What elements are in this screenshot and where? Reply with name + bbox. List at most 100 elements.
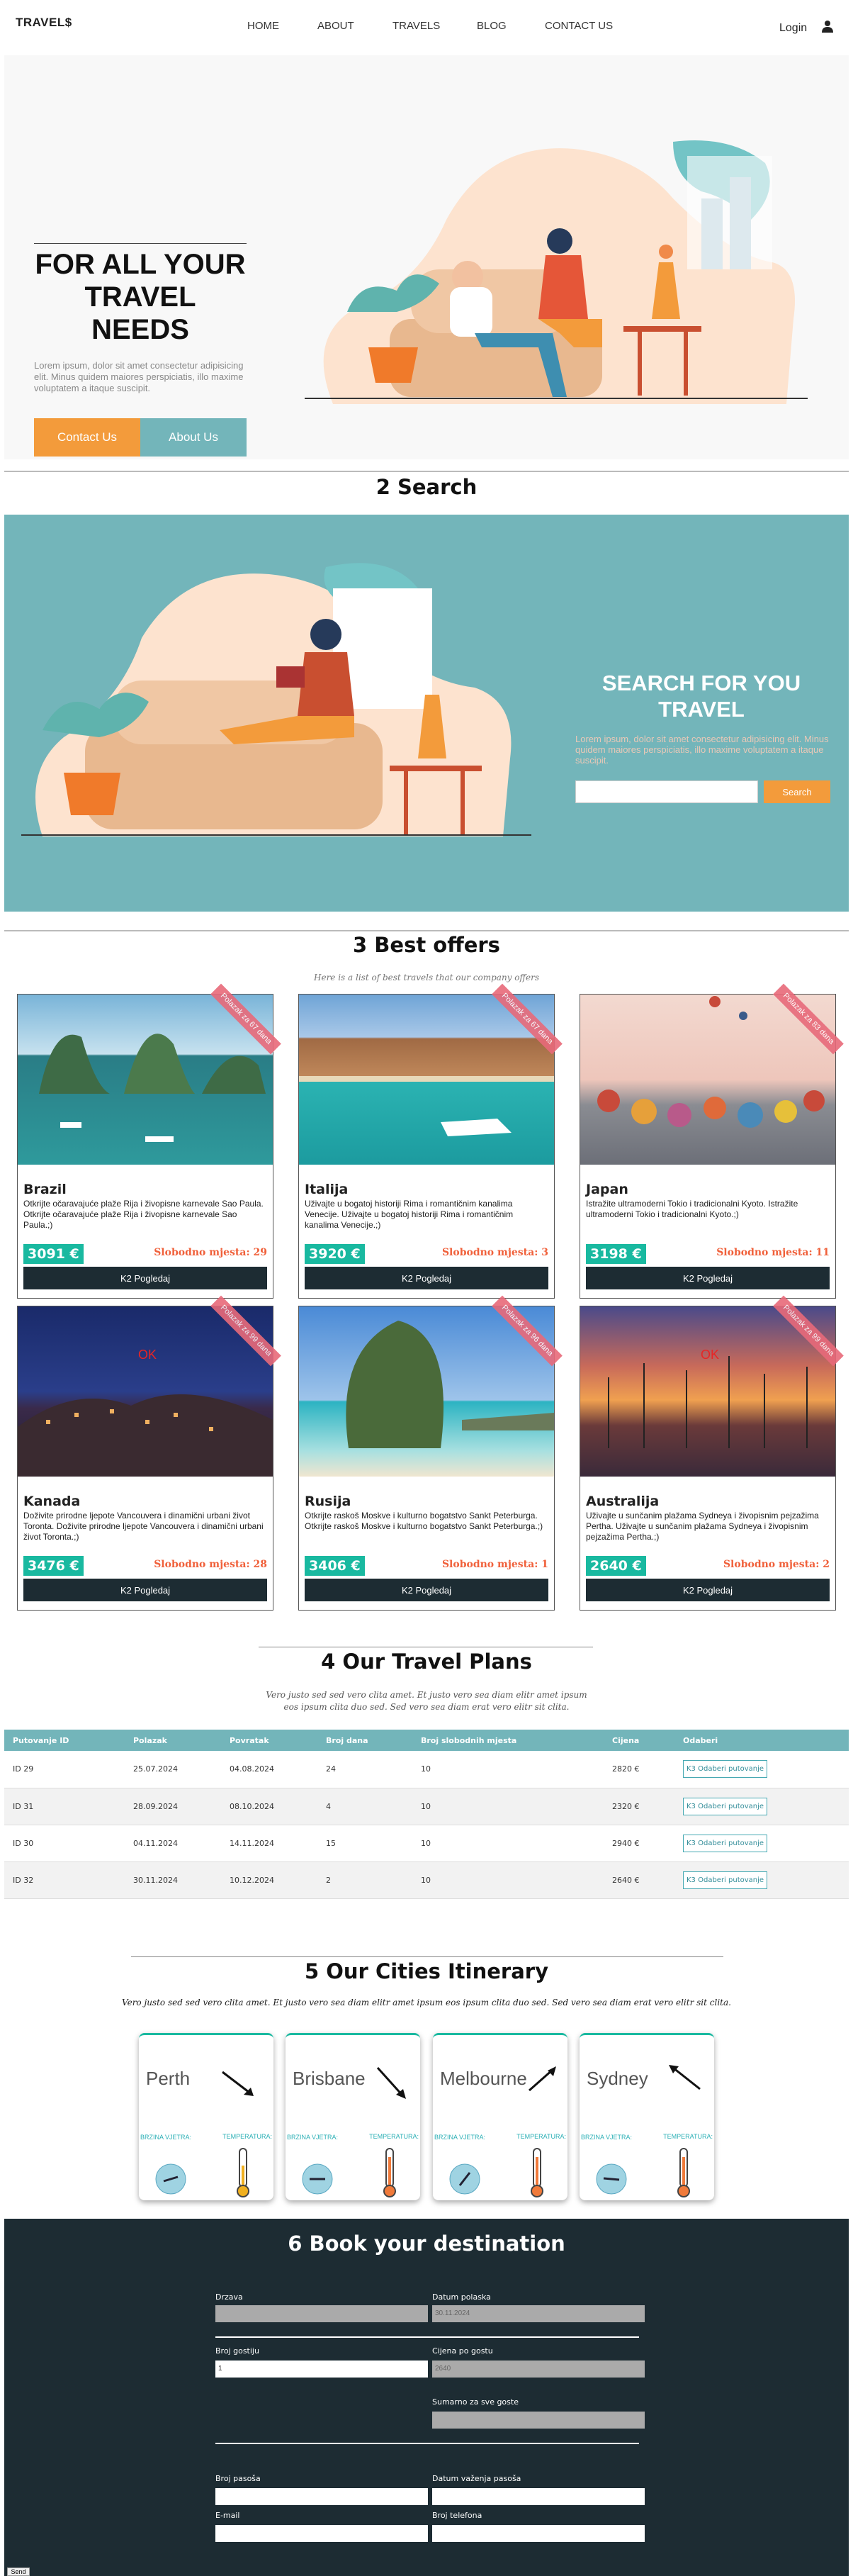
offer-card: Polazak za 83 dana Japan Istražite ultra…: [580, 983, 844, 1299]
nav-about-link[interactable]: ABOUT: [317, 20, 354, 32]
offer-seats: Slobodno mjesta: 11: [716, 1247, 830, 1258]
cities-subtitle: Vero justo sed sed vero clita amet. Et j…: [122, 1998, 731, 2007]
site-logo[interactable]: TRAVEL$: [16, 16, 72, 30]
choose-trip-button[interactable]: K3 Odaberi putovanje: [683, 1797, 768, 1815]
nav-home-link[interactable]: HOME: [247, 20, 279, 32]
temperature-label: TEMPERATURA:: [222, 2133, 272, 2140]
offer-price: 3091 €: [23, 1244, 84, 1264]
city-card[interactable]: Perth BRZINA VJETRA: TEMPERATURA:: [139, 2033, 273, 2200]
drzava-field[interactable]: [215, 2305, 428, 2322]
view-offer-button[interactable]: K2 Pogledaj: [586, 1579, 830, 1601]
wind-label: BRZINA VJETRA:: [434, 2134, 486, 2141]
thermometer-icon: [237, 2148, 249, 2197]
ok-label: OK: [701, 1348, 720, 1362]
offer-price: 2640 €: [586, 1556, 646, 1576]
city-name: Perth: [146, 2068, 191, 2089]
view-offer-button[interactable]: K2 Pogledaj: [23, 1267, 267, 1289]
wind-label: BRZINA VJETRA:: [581, 2134, 633, 2141]
cell-departure: 30.11.2024: [125, 1861, 221, 1899]
user-icon[interactable]: [822, 20, 833, 33]
cities-section: [0, 1911, 853, 2223]
table-row: ID 31 28.09.2024 08.10.2024 4 10 2320 € …: [4, 1788, 849, 1825]
nav-travels-link[interactable]: TRAVELS: [392, 20, 440, 32]
broj-telefona-field[interactable]: [432, 2525, 645, 2542]
cell-return: 04.08.2024: [221, 1751, 317, 1788]
city-card[interactable]: Brisbane BRZINA VJETRA: TEMPERATURA:: [286, 2033, 420, 2200]
choose-trip-button[interactable]: K3 Odaberi putovanje: [683, 1760, 768, 1779]
compass-icon: [596, 2163, 627, 2195]
cell-return: 10.12.2024: [221, 1861, 317, 1899]
datum-vazenja-label: Datum važenja pasoša: [432, 2474, 521, 2483]
choose-trip-button[interactable]: K3 Odaberi putovanje: [683, 1871, 768, 1889]
send-button[interactable]: Send: [7, 2567, 30, 2576]
cell-id: ID 32: [4, 1861, 125, 1899]
hero-divider: [34, 243, 247, 244]
city-card[interactable]: Melbourne BRZINA VJETRA: TEMPERATURA:: [433, 2033, 567, 2200]
thermometer-icon: [531, 2148, 543, 2197]
search-title: SEARCH FOR YOU TRAVEL: [601, 671, 801, 722]
offer-name: Brazil: [23, 1182, 67, 1197]
city-name: Brisbane: [293, 2068, 366, 2089]
temperature-label: TEMPERATURA:: [369, 2133, 419, 2140]
compass-icon: [449, 2163, 480, 2195]
view-offer-button[interactable]: K2 Pogledaj: [305, 1267, 548, 1289]
table-row: ID 32 30.11.2024 10.12.2024 2 10 2640 € …: [4, 1861, 849, 1899]
table-row: ID 30 04.11.2024 14.11.2024 15 10 2940 €…: [4, 1825, 849, 1862]
view-offer-button[interactable]: K2 Pogledaj: [305, 1579, 548, 1601]
offer-description: Uživajte u bogatoj historiji Rima i roma…: [305, 1199, 514, 1230]
offer-image: [299, 995, 554, 1165]
cell-price: 2820 €: [604, 1751, 674, 1788]
broj-telefona-label: Broj telefona: [432, 2511, 482, 2520]
offer-description: Doživite prirodne ljepote Vancouvera i d…: [23, 1511, 264, 1542]
city-card[interactable]: Sydney BRZINA VJETRA: TEMPERATURA:: [580, 2033, 714, 2200]
wind-label: BRZINA VJETRA:: [287, 2134, 339, 2141]
cell-return: 08.10.2024: [221, 1788, 317, 1825]
about-us-button[interactable]: About Us: [140, 418, 247, 457]
form-divider: [215, 2443, 639, 2444]
cities-section-title: 5 Our Cities Itinerary: [304, 1959, 548, 1983]
email-field[interactable]: [215, 2525, 428, 2542]
booking-section: [4, 2219, 849, 2576]
offer-seats: Slobodno mjesta: 1: [441, 1559, 548, 1570]
cell-id: ID 29: [4, 1751, 125, 1788]
offer-image: [580, 1306, 835, 1477]
contact-us-button[interactable]: Contact Us: [34, 418, 140, 457]
wind-label: BRZINA VJETRA:: [140, 2134, 192, 2141]
search-button[interactable]: Search: [764, 780, 830, 803]
nav-blog-link[interactable]: BLOG: [477, 20, 507, 32]
hero-text: Lorem ipsum, dolor sit amet consectetur …: [34, 360, 244, 393]
cell-seats: 10: [412, 1751, 604, 1788]
datum-polaska-field[interactable]: 30.11.2024: [432, 2305, 645, 2322]
cell-seats: 10: [412, 1825, 604, 1862]
nav-contact-link[interactable]: CONTACT US: [545, 20, 613, 32]
broj-pasosa-field[interactable]: [215, 2488, 428, 2505]
section-divider: [4, 930, 849, 931]
broj-gostiju-field[interactable]: 1: [215, 2361, 428, 2378]
temperature-label: TEMPERATURA:: [663, 2133, 713, 2140]
offer-name: Italija: [305, 1182, 349, 1197]
sumarno-field[interactable]: [432, 2412, 645, 2429]
datum-vazenja-field[interactable]: [432, 2488, 645, 2505]
cell-days: 24: [317, 1751, 412, 1788]
login-link[interactable]: Login: [779, 22, 807, 35]
thermometer-icon: [383, 2148, 396, 2197]
search-text: Lorem ipsum, dolor sit amet consectetur …: [575, 734, 829, 766]
offer-price: 3198 €: [586, 1244, 646, 1264]
view-offer-button[interactable]: K2 Pogledaj: [23, 1579, 267, 1601]
offer-image: [18, 1306, 273, 1477]
search-input[interactable]: [575, 780, 758, 803]
offer-seats: Slobodno mjesta: 2: [723, 1559, 830, 1570]
view-offer-button[interactable]: K2 Pogledaj: [586, 1267, 830, 1289]
choose-trip-button[interactable]: K3 Odaberi putovanje: [683, 1834, 768, 1852]
cijena-po-gostu-field[interactable]: 2640: [432, 2361, 645, 2378]
cell-departure: 28.09.2024: [125, 1788, 221, 1825]
form-divider: [215, 2336, 639, 2338]
section-divider: [4, 471, 849, 472]
cell-id: ID 30: [4, 1825, 125, 1862]
thermometer-icon: [677, 2148, 690, 2197]
offer-price: 3476 €: [23, 1556, 84, 1576]
cell-price: 2940 €: [604, 1825, 674, 1862]
offer-price: 3920 €: [305, 1244, 365, 1264]
offer-name: Rusija: [305, 1494, 351, 1509]
sumarno-label: Sumarno za sve goste: [432, 2397, 519, 2407]
